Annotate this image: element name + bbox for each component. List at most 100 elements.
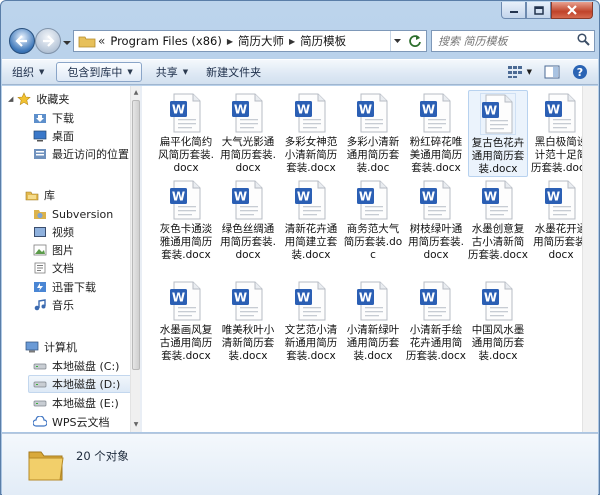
share-menu[interactable]: 共享 ▼ — [146, 62, 196, 82]
nav-recent-label: 最近访问的位置 — [52, 148, 129, 161]
word-document-icon: W — [231, 180, 265, 220]
nav-disk-c[interactable]: 本地磁盘 (C:) — [32, 357, 119, 375]
svg-text:W: W — [234, 103, 247, 117]
file-item[interactable]: W 多彩小清新通用简历套装.doc — [343, 90, 403, 175]
maximize-icon — [533, 5, 544, 15]
file-item[interactable]: W 商务范大气简历套装.doc — [343, 177, 403, 262]
explorer-window: « Program Files (x86) ▶ 简历大师 ▶ 简历模板 搜索 简… — [0, 0, 600, 495]
new-folder-button[interactable]: 新建文件夹 — [196, 62, 269, 82]
chevron-down-icon: ▼ — [182, 68, 189, 76]
nav-music[interactable]: 音乐 — [32, 296, 74, 314]
file-item[interactable]: W 绿色丝绸通用简历套装.docx — [218, 177, 278, 262]
nav-subversion[interactable]: Subversion — [32, 205, 113, 223]
nav-libraries[interactable]: 库 — [24, 186, 55, 204]
preview-pane-button[interactable] — [540, 62, 564, 82]
nav-computer[interactable]: 计算机 — [24, 338, 77, 356]
organize-menu[interactable]: 组织 ▼ — [2, 62, 52, 82]
search-input[interactable] — [432, 34, 568, 48]
address-segment-jianli-muban[interactable]: 简历模板 — [297, 33, 349, 49]
file-item[interactable]: W 水墨画风复古通用简历套装.docx — [156, 278, 216, 363]
file-item[interactable]: W 清新花卉通用简建立套装.docx — [281, 177, 341, 262]
svg-text:W: W — [297, 291, 310, 305]
file-item[interactable]: W 小清新绿叶通用简历套装.docx — [343, 278, 403, 363]
include-in-library-label: 包含到库中 — [67, 66, 123, 79]
close-button[interactable] — [551, 2, 593, 19]
file-item[interactable]: W 文艺范小清新通用简历套装.docx — [281, 278, 341, 363]
document-library-icon — [32, 261, 48, 275]
music-library-icon — [32, 298, 48, 312]
chevron-right-icon[interactable]: ▶ — [225, 37, 235, 46]
navigation-row: « Program Files (x86) ▶ 简历大师 ▶ 简历模板 — [7, 27, 595, 55]
chevron-down-icon: ▼ — [39, 68, 45, 76]
file-item[interactable]: W 扁平化简约风简历套装.docx — [156, 90, 216, 175]
chevron-right-icon[interactable]: ▶ — [287, 37, 297, 46]
address-segment-program-files[interactable]: Program Files (x86) — [107, 34, 224, 48]
file-list-scrollbar — [582, 86, 598, 432]
nav-videos[interactable]: 视频 — [32, 223, 74, 241]
chevron-down-icon: ▼ — [127, 68, 133, 76]
minimize-icon — [509, 11, 518, 13]
svg-text:W: W — [484, 190, 497, 204]
address-bar[interactable]: « Program Files (x86) ▶ 简历大师 ▶ 简历模板 — [73, 30, 427, 52]
file-item[interactable]: W 多彩女神范小清新简历套装.docx — [281, 90, 341, 175]
maximize-button[interactable] — [526, 2, 551, 19]
chevron-down-icon — [63, 41, 71, 45]
file-item[interactable]: W 粉红碎花唯美通用简历套装.docx — [406, 90, 466, 175]
nav-scrollbar[interactable]: ▲ ▼ — [130, 86, 140, 432]
refresh-button[interactable] — [404, 31, 426, 51]
word-document-icon: W — [544, 180, 578, 220]
nav-wps-cloud[interactable]: WPS云文档 — [32, 413, 110, 431]
forward-button[interactable] — [35, 28, 61, 54]
nav-documents-label: 文档 — [52, 262, 74, 275]
nav-libraries-label: 库 — [44, 189, 55, 202]
expand-arrow-icon[interactable]: ◢ — [8, 95, 13, 103]
minimize-button[interactable] — [501, 2, 526, 19]
recent-places-icon — [32, 147, 48, 161]
file-name: 多彩女神范小清新简历套装.docx — [284, 136, 338, 174]
nav-recent-places[interactable]: 最近访问的位置 — [32, 145, 129, 163]
nav-disk-e[interactable]: 本地磁盘 (E:) — [32, 394, 119, 412]
file-item[interactable]: W 中国风水墨通用简历套装.docx — [468, 278, 528, 363]
file-item[interactable]: W 树枝绿叶通用简历套装.docx — [406, 177, 466, 262]
nav-documents[interactable]: 文档 — [32, 259, 74, 277]
file-item[interactable]: W 复古色花卉通用简历套装.docx — [468, 90, 528, 177]
help-button[interactable]: ? — [568, 62, 592, 82]
caption-buttons — [501, 2, 593, 19]
address-overflow[interactable]: « — [96, 34, 107, 48]
back-button[interactable] — [9, 28, 35, 54]
svg-text:W: W — [297, 103, 310, 117]
video-library-icon — [32, 225, 48, 239]
file-name: 清新花卉通用简建立套装.docx — [284, 223, 338, 261]
nav-pictures[interactable]: 图片 — [32, 241, 74, 259]
nav-desktop[interactable]: 桌面 — [32, 127, 74, 145]
nav-downloads[interactable]: 下载 — [32, 109, 74, 127]
svg-text:W: W — [547, 103, 560, 117]
thunder-download-icon — [32, 280, 48, 294]
word-document-icon: W — [480, 93, 516, 135]
nav-scroll-thumb[interactable] — [132, 100, 140, 370]
file-item[interactable]: W 灰色卡通淡雅通用简历套装.docx — [156, 177, 216, 262]
file-item[interactable]: W 大气光影通用简历套装.docx — [218, 90, 278, 175]
recent-pages-dropdown[interactable] — [63, 36, 71, 49]
include-in-library-menu[interactable]: 包含到库中 ▼ — [56, 62, 142, 82]
file-item[interactable]: W 小清新手绘花卉通用简历套装.docx — [406, 278, 466, 363]
nav-pictures-label: 图片 — [52, 244, 74, 257]
address-segment-jianli-dashi[interactable]: 简历大师 — [235, 33, 287, 49]
hard-drive-icon — [32, 359, 48, 373]
word-document-icon: W — [544, 93, 578, 133]
search-icon[interactable] — [577, 33, 590, 49]
word-document-icon: W — [294, 180, 328, 220]
nav-disk-c-label: 本地磁盘 (C:) — [52, 360, 120, 373]
nav-thunder-downloads[interactable]: 迅雷下载 — [32, 278, 96, 296]
file-item[interactable]: W 唯美秋叶小清新简历套装.docx — [218, 278, 278, 363]
svg-text:W: W — [484, 104, 497, 118]
item-count: 20 个对象 — [76, 449, 129, 463]
address-history-dropdown[interactable] — [390, 31, 404, 51]
nav-favorites[interactable]: ◢ 收藏夹 — [8, 90, 69, 108]
word-document-icon: W — [169, 93, 203, 133]
search-box[interactable] — [431, 30, 595, 52]
file-item[interactable]: W 水墨创意复古小清新简历套装.docx — [468, 177, 528, 262]
svg-text:W: W — [484, 291, 497, 305]
change-view-button[interactable]: ▼ — [503, 62, 536, 82]
nav-disk-d[interactable]: 本地磁盘 (D:) — [28, 375, 138, 393]
